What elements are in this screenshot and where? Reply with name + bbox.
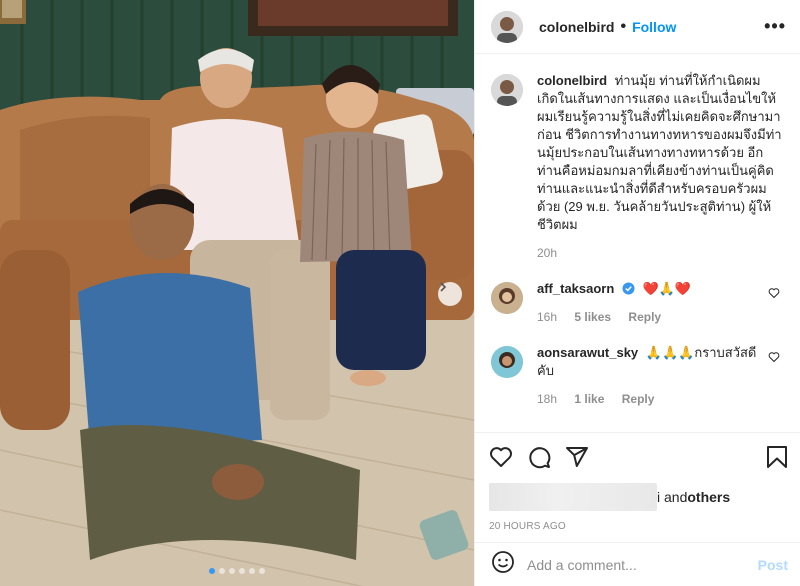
verified-icon bbox=[622, 282, 635, 295]
likes-summary[interactable]: i and others bbox=[489, 483, 788, 511]
likes-text: i and bbox=[657, 489, 688, 505]
post-actions: i and others 20 HOURS AGO bbox=[475, 432, 800, 532]
save-icon[interactable] bbox=[766, 445, 788, 469]
carousel-dot bbox=[249, 568, 255, 574]
author-username[interactable]: colonelbird bbox=[539, 19, 614, 35]
next-photo-button[interactable] bbox=[438, 282, 462, 306]
avatar-image bbox=[491, 10, 523, 43]
caption-username[interactable]: colonelbird bbox=[537, 73, 607, 88]
caption-avatar[interactable] bbox=[491, 74, 523, 106]
carousel-dot bbox=[219, 568, 225, 574]
next-arrow-icon bbox=[440, 282, 447, 292]
post-side-panel: colonelbird • Follow ••• colonelbird ท่า… bbox=[474, 0, 800, 586]
post-header: colonelbird • Follow ••• bbox=[475, 0, 800, 54]
likes-others[interactable]: others bbox=[687, 489, 730, 505]
comment-item: aff_taksaorn ❤️🙏❤️ 16h 5 likes Reply bbox=[491, 280, 784, 326]
comment-body: aff_taksaorn ❤️🙏❤️ 16h 5 likes Reply bbox=[537, 280, 784, 326]
carousel-dot bbox=[259, 568, 265, 574]
comment-text: ❤️🙏❤️ bbox=[642, 281, 692, 296]
comment-like-icon[interactable] bbox=[768, 286, 780, 304]
add-comment-bar: Post bbox=[475, 542, 800, 586]
carousel-dot-active bbox=[209, 568, 215, 574]
comment-body: aonsarawut_sky 🙏🙏🙏กราบสวัสดีคับ 18h 1 li… bbox=[537, 344, 784, 408]
share-icon[interactable] bbox=[565, 445, 589, 469]
comment-item: aonsarawut_sky 🙏🙏🙏กราบสวัสดีคับ 18h 1 li… bbox=[491, 344, 784, 408]
follow-button[interactable]: Follow bbox=[632, 19, 676, 35]
post-comment-button[interactable]: Post bbox=[758, 557, 788, 573]
comment-time[interactable]: 18h bbox=[537, 392, 557, 406]
author-avatar[interactable] bbox=[491, 10, 523, 43]
caption-body: colonelbird ท่านมุ้ย ท่านที่ให้กำเนิดผม … bbox=[537, 72, 784, 262]
reply-button[interactable]: Reply bbox=[622, 392, 655, 406]
action-icons-row bbox=[489, 439, 788, 475]
caption-text: ท่านมุ้ย ท่านที่ให้กำเนิดผม เกิดในเส้นทา… bbox=[537, 73, 782, 232]
carousel-dot bbox=[239, 568, 245, 574]
post-timestamp[interactable]: 20 HOURS AGO bbox=[489, 521, 788, 532]
post-caption: colonelbird ท่านมุ้ย ท่านที่ให้กำเนิดผม … bbox=[491, 72, 784, 262]
comment-username[interactable]: aonsarawut_sky bbox=[537, 345, 638, 360]
comment-time[interactable]: 16h bbox=[537, 310, 557, 324]
comment-likes[interactable]: 1 like bbox=[574, 392, 604, 406]
comment-username[interactable]: aff_taksaorn bbox=[537, 281, 614, 296]
comment-likes[interactable]: 5 likes bbox=[574, 310, 611, 324]
more-options-icon[interactable]: ••• bbox=[764, 16, 786, 37]
comments-list: colonelbird ท่านมุ้ย ท่านที่ให้กำเนิดผม … bbox=[475, 72, 800, 426]
reply-button[interactable]: Reply bbox=[628, 310, 661, 324]
avatar-image bbox=[491, 282, 523, 314]
commenter-avatar[interactable] bbox=[491, 282, 523, 314]
header-separator: • bbox=[620, 17, 627, 35]
carousel-dot bbox=[229, 568, 235, 574]
comment-like-icon[interactable] bbox=[768, 350, 780, 368]
family-photo-illustration bbox=[0, 0, 474, 586]
emoji-icon[interactable] bbox=[491, 550, 515, 579]
avatar-image bbox=[491, 74, 523, 106]
liked-by-blurred bbox=[489, 483, 657, 511]
avatar-image bbox=[491, 346, 523, 378]
caption-time[interactable]: 20h bbox=[537, 246, 557, 260]
comment-input[interactable] bbox=[527, 556, 758, 573]
comment-icon[interactable] bbox=[527, 445, 551, 469]
carousel-indicator bbox=[0, 568, 474, 574]
heart-icon[interactable] bbox=[489, 445, 513, 469]
post-photo[interactable] bbox=[0, 0, 474, 586]
commenter-avatar[interactable] bbox=[491, 346, 523, 378]
